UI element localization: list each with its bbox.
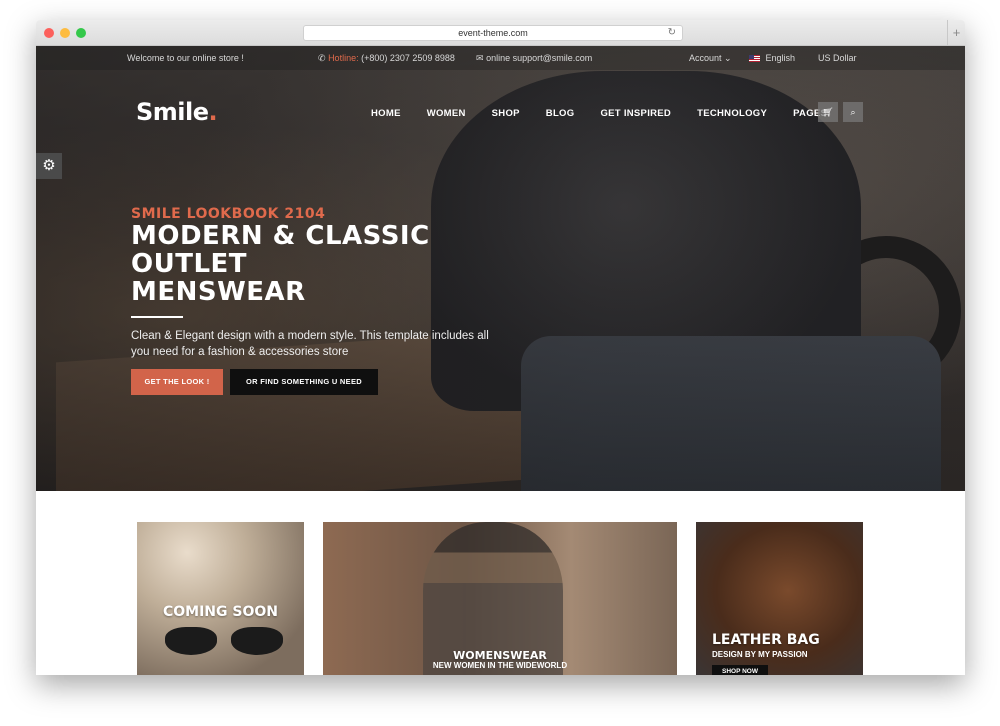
nav-technology[interactable]: TECHNOLOGY <box>697 108 767 119</box>
category-cards: COMING SOON WOMENSWEAR NEW WOMEN IN THE … <box>36 491 965 675</box>
card-leather-bag[interactable]: LEATHER BAG DESIGN BY MY PASSION SHOP NO… <box>696 522 863 675</box>
card-title: LEATHER BAG <box>712 632 820 648</box>
phone-icon: ✆ <box>318 53 326 63</box>
support-email-text: online support@smile.com <box>486 53 593 63</box>
support-email[interactable]: ✉ online support@smile.com <box>476 53 592 64</box>
browser-window: event-theme.com ↻ + Welcome to our onlin… <box>36 20 965 675</box>
address-bar-url: event-theme.com <box>458 28 528 38</box>
sunglasses-image <box>147 627 297 659</box>
close-window-button[interactable] <box>44 28 54 38</box>
search-icon: ⌕ <box>850 107 856 117</box>
chevron-down-icon: ⌄ <box>724 53 732 63</box>
hotline-number: (+800) 2307 2509 8988 <box>361 53 455 63</box>
nav-women[interactable]: WOMEN <box>427 108 466 119</box>
plus-icon[interactable]: + <box>947 20 965 45</box>
hero-subtitle: SMILE LOOKBOOK 2104 <box>131 206 326 222</box>
site-logo[interactable]: Smile. <box>136 98 218 126</box>
reload-icon[interactable]: ↻ <box>668 26 676 40</box>
card-subtitle: NEW WOMEN IN THE WIDEWORLD <box>432 661 568 670</box>
search-button[interactable]: ⌕ <box>843 102 863 122</box>
hotline-label: Hotline: <box>328 53 359 63</box>
hero-headline: MODERN & CLASSIC OUTLET MENSWEAR <box>131 222 471 306</box>
cart-icon: 🛒︎ <box>822 107 834 117</box>
card-title: COMING SOON <box>162 604 278 620</box>
maximize-window-button[interactable] <box>76 28 86 38</box>
get-the-look-button[interactable]: GET THE LOOK ! <box>131 369 223 395</box>
find-something-button[interactable]: OR FIND SOMETHING U NEED <box>230 369 378 395</box>
hero-headline-line-1: MODERN & CLASSIC <box>131 221 430 251</box>
card-subtitle: DESIGN BY MY PASSION <box>712 650 808 659</box>
browser-toolbar: event-theme.com ↻ + <box>36 20 965 46</box>
nav-blog[interactable]: BLOG <box>546 108 575 119</box>
hero-divider <box>131 316 183 318</box>
nav-get-inspired[interactable]: GET INSPIRED <box>600 108 671 119</box>
main-nav: HOME WOMEN SHOP BLOG GET INSPIRED TECHNO… <box>371 108 853 119</box>
hero-headline-line-2: OUTLET <box>131 249 248 279</box>
mail-icon: ✉ <box>476 53 484 63</box>
shop-now-button[interactable]: SHOP NOW <box>712 665 768 675</box>
us-flag-icon <box>749 55 760 62</box>
language-label: English <box>765 53 796 63</box>
gear-icon: ⚙ <box>42 157 56 174</box>
card-womenswear[interactable]: WOMENSWEAR NEW WOMEN IN THE WIDEWORLD <box>323 522 677 675</box>
card-coming-soon[interactable]: COMING SOON <box>137 522 304 675</box>
address-bar[interactable]: event-theme.com ↻ <box>303 25 683 41</box>
nav-shop[interactable]: SHOP <box>492 108 520 119</box>
logo-dot: . <box>208 98 218 126</box>
account-dropdown[interactable]: Account ⌄ <box>689 53 732 64</box>
account-label: Account <box>689 53 722 63</box>
settings-toggle[interactable]: ⚙ <box>36 153 62 179</box>
hotline: ✆ Hotline: (+800) 2307 2509 8988 <box>318 53 455 64</box>
minimize-window-button[interactable] <box>60 28 70 38</box>
language-selector[interactable]: English <box>749 53 795 63</box>
cart-button[interactable]: 🛒︎ <box>818 102 838 122</box>
hero-headline-line-3: MENSWEAR <box>131 277 306 307</box>
hero-banner: Welcome to our online store ! ✆ Hotline:… <box>36 46 965 491</box>
welcome-text: Welcome to our online store ! <box>127 53 244 63</box>
currency-selector[interactable]: US Dollar <box>818 53 857 63</box>
nav-home[interactable]: HOME <box>371 108 401 119</box>
hero-description: Clean & Elegant design with a modern sty… <box>131 330 489 358</box>
top-info-bar: Welcome to our online store ! ✆ Hotline:… <box>36 46 965 70</box>
logo-text: Smile <box>136 98 209 126</box>
